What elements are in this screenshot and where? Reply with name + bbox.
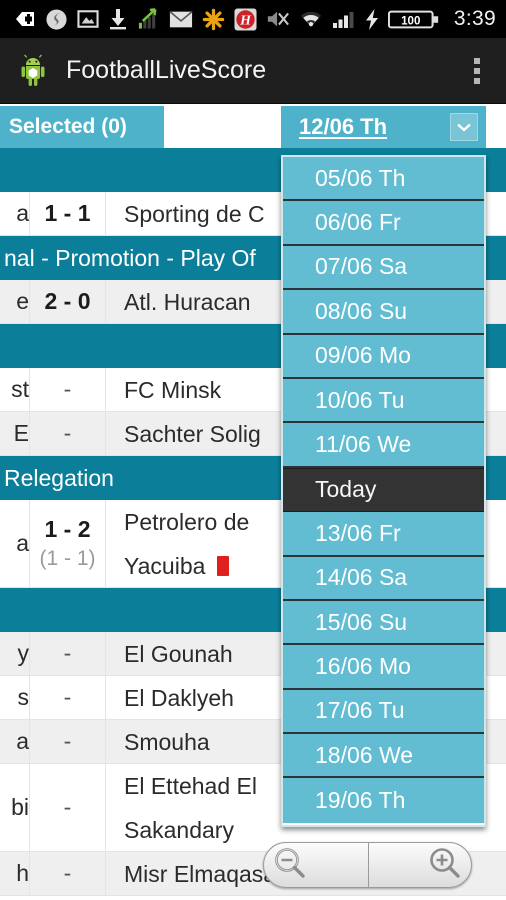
score-value: 2 - 0 [44, 288, 91, 314]
date-option[interactable]: 18/06 We [283, 734, 484, 779]
filter-toolbar: Selected (0) 12/06 Th [0, 104, 506, 148]
app-title: FootballLiveScore [66, 56, 267, 84]
wifi-icon [299, 7, 323, 31]
home-team-cell: a [0, 192, 30, 235]
score-value: - [63, 728, 72, 754]
score-cell: 1 - 2 (1 - 1) [30, 500, 106, 587]
date-option[interactable]: 08/06 Su [283, 290, 484, 335]
selected-count-button[interactable]: Selected (0) [0, 106, 164, 148]
date-option-label: 10/06 Tu [315, 386, 405, 413]
home-team-cell: h [0, 852, 30, 895]
home-team-cell: y [0, 632, 30, 675]
score-cell: - [30, 852, 106, 895]
zoom-out-button[interactable] [264, 843, 368, 887]
score-value: - [63, 794, 72, 820]
date-option-label: 11/06 We [315, 431, 412, 458]
charging-bolt-icon [365, 7, 379, 31]
score-value: - [63, 684, 72, 710]
date-option-label: 08/06 Su [315, 297, 408, 324]
league-name: nal - Promotion - Play Of [4, 244, 256, 271]
zoom-in-button[interactable] [367, 843, 472, 887]
date-option[interactable]: 19/06 Th [283, 778, 484, 823]
app-root: H 100 3:39 FootballLiveScore Selected (0… [0, 0, 506, 900]
selected-count-label: Selected (0) [9, 115, 127, 138]
date-option[interactable]: 05/06 Th [283, 157, 484, 202]
date-option-label: 17/06 Tu [315, 697, 405, 724]
score-value: 1 - 2 [44, 516, 91, 542]
date-option-today[interactable]: Today [283, 467, 484, 513]
home-team-cell: bi [0, 764, 30, 851]
score-cell: - [30, 764, 106, 851]
swirl-app-icon [45, 7, 68, 31]
date-option-label: 16/06 Mo [315, 652, 411, 679]
zoom-in-icon [427, 845, 463, 886]
home-team-cell: s [0, 676, 30, 719]
score-value: - [63, 376, 72, 402]
date-option-label: 15/06 Su [315, 608, 408, 635]
android-robot-icon [16, 53, 50, 88]
mail-icon [169, 7, 193, 31]
home-team-cell: st [0, 368, 30, 411]
date-option[interactable]: 16/06 Mo [283, 645, 484, 690]
zoom-controls [263, 842, 472, 888]
date-option-label: 05/06 Th [315, 164, 406, 191]
red-card-icon [217, 555, 230, 576]
zoom-out-icon [272, 845, 308, 886]
score-cell: 2 - 0 [30, 280, 106, 323]
overflow-menu-icon[interactable] [462, 49, 492, 93]
date-option-label: Today [315, 476, 377, 503]
photo-icon [77, 7, 99, 31]
score-cell: 1 - 1 [30, 192, 106, 235]
score-value: 1 - 1 [44, 200, 91, 226]
score-value: - [63, 860, 72, 886]
date-option-label: 09/06 Mo [315, 342, 411, 369]
score-value: - [63, 420, 72, 446]
date-option[interactable]: 09/06 Mo [283, 334, 484, 379]
battery-icon: 100 [387, 7, 440, 31]
date-option[interactable]: 14/06 Sa [283, 556, 484, 601]
shield-plus-icon [14, 7, 36, 31]
score-cell: - [30, 368, 106, 411]
date-dropdown-list[interactable]: 05/06 Th 06/06 Fr 07/06 Sa 08/06 Su 09/06 Mo… [281, 155, 486, 827]
date-option[interactable]: 10/06 Tu [283, 378, 484, 424]
date-option[interactable]: 11/06 We [283, 423, 484, 468]
home-team-cell: a [0, 720, 30, 763]
chevron-down-icon[interactable] [450, 113, 478, 141]
aggregate-score: (1 - 1) [39, 547, 96, 570]
date-spinner[interactable]: 12/06 Th [281, 106, 486, 148]
svg-text:H: H [239, 13, 252, 28]
date-option-label: 07/06 Sa [315, 253, 408, 280]
date-spinner-value: 12/06 Th [299, 114, 388, 139]
date-option[interactable]: 15/06 Su [283, 600, 484, 646]
score-cell: - [30, 676, 106, 719]
date-option-label: 14/06 Sa [315, 564, 408, 591]
date-option[interactable]: 13/06 Fr [283, 512, 484, 557]
cell-signal-icon [332, 7, 356, 31]
download-icon [108, 7, 128, 31]
h-badge-icon: H [234, 7, 257, 31]
date-option[interactable]: 06/06 Fr [283, 201, 484, 246]
status-bar: H 100 3:39 [0, 0, 506, 38]
date-option-label: 18/06 We [315, 741, 414, 768]
score-value: - [63, 640, 72, 666]
date-option-label: 13/06 Fr [315, 519, 401, 546]
score-cell: - [30, 720, 106, 763]
action-bar: FootballLiveScore [0, 38, 506, 104]
mute-icon [266, 7, 290, 31]
score-cell: - [30, 412, 106, 455]
asterisk-icon [202, 7, 225, 31]
signal-graph-icon [137, 7, 160, 31]
home-team-cell: a [0, 500, 30, 587]
date-option-label: 06/06 Fr [315, 209, 401, 236]
home-team-cell: e [0, 280, 30, 323]
date-option[interactable]: 17/06 Tu [283, 689, 484, 735]
home-team-cell: E [0, 412, 30, 455]
date-option-label: 19/06 Th [315, 787, 406, 814]
league-name: Relegation [4, 464, 114, 491]
score-cell: - [30, 632, 106, 675]
battery-level-text: 100 [401, 14, 420, 27]
status-clock: 3:39 [453, 7, 496, 30]
date-option[interactable]: 07/06 Sa [283, 245, 484, 291]
